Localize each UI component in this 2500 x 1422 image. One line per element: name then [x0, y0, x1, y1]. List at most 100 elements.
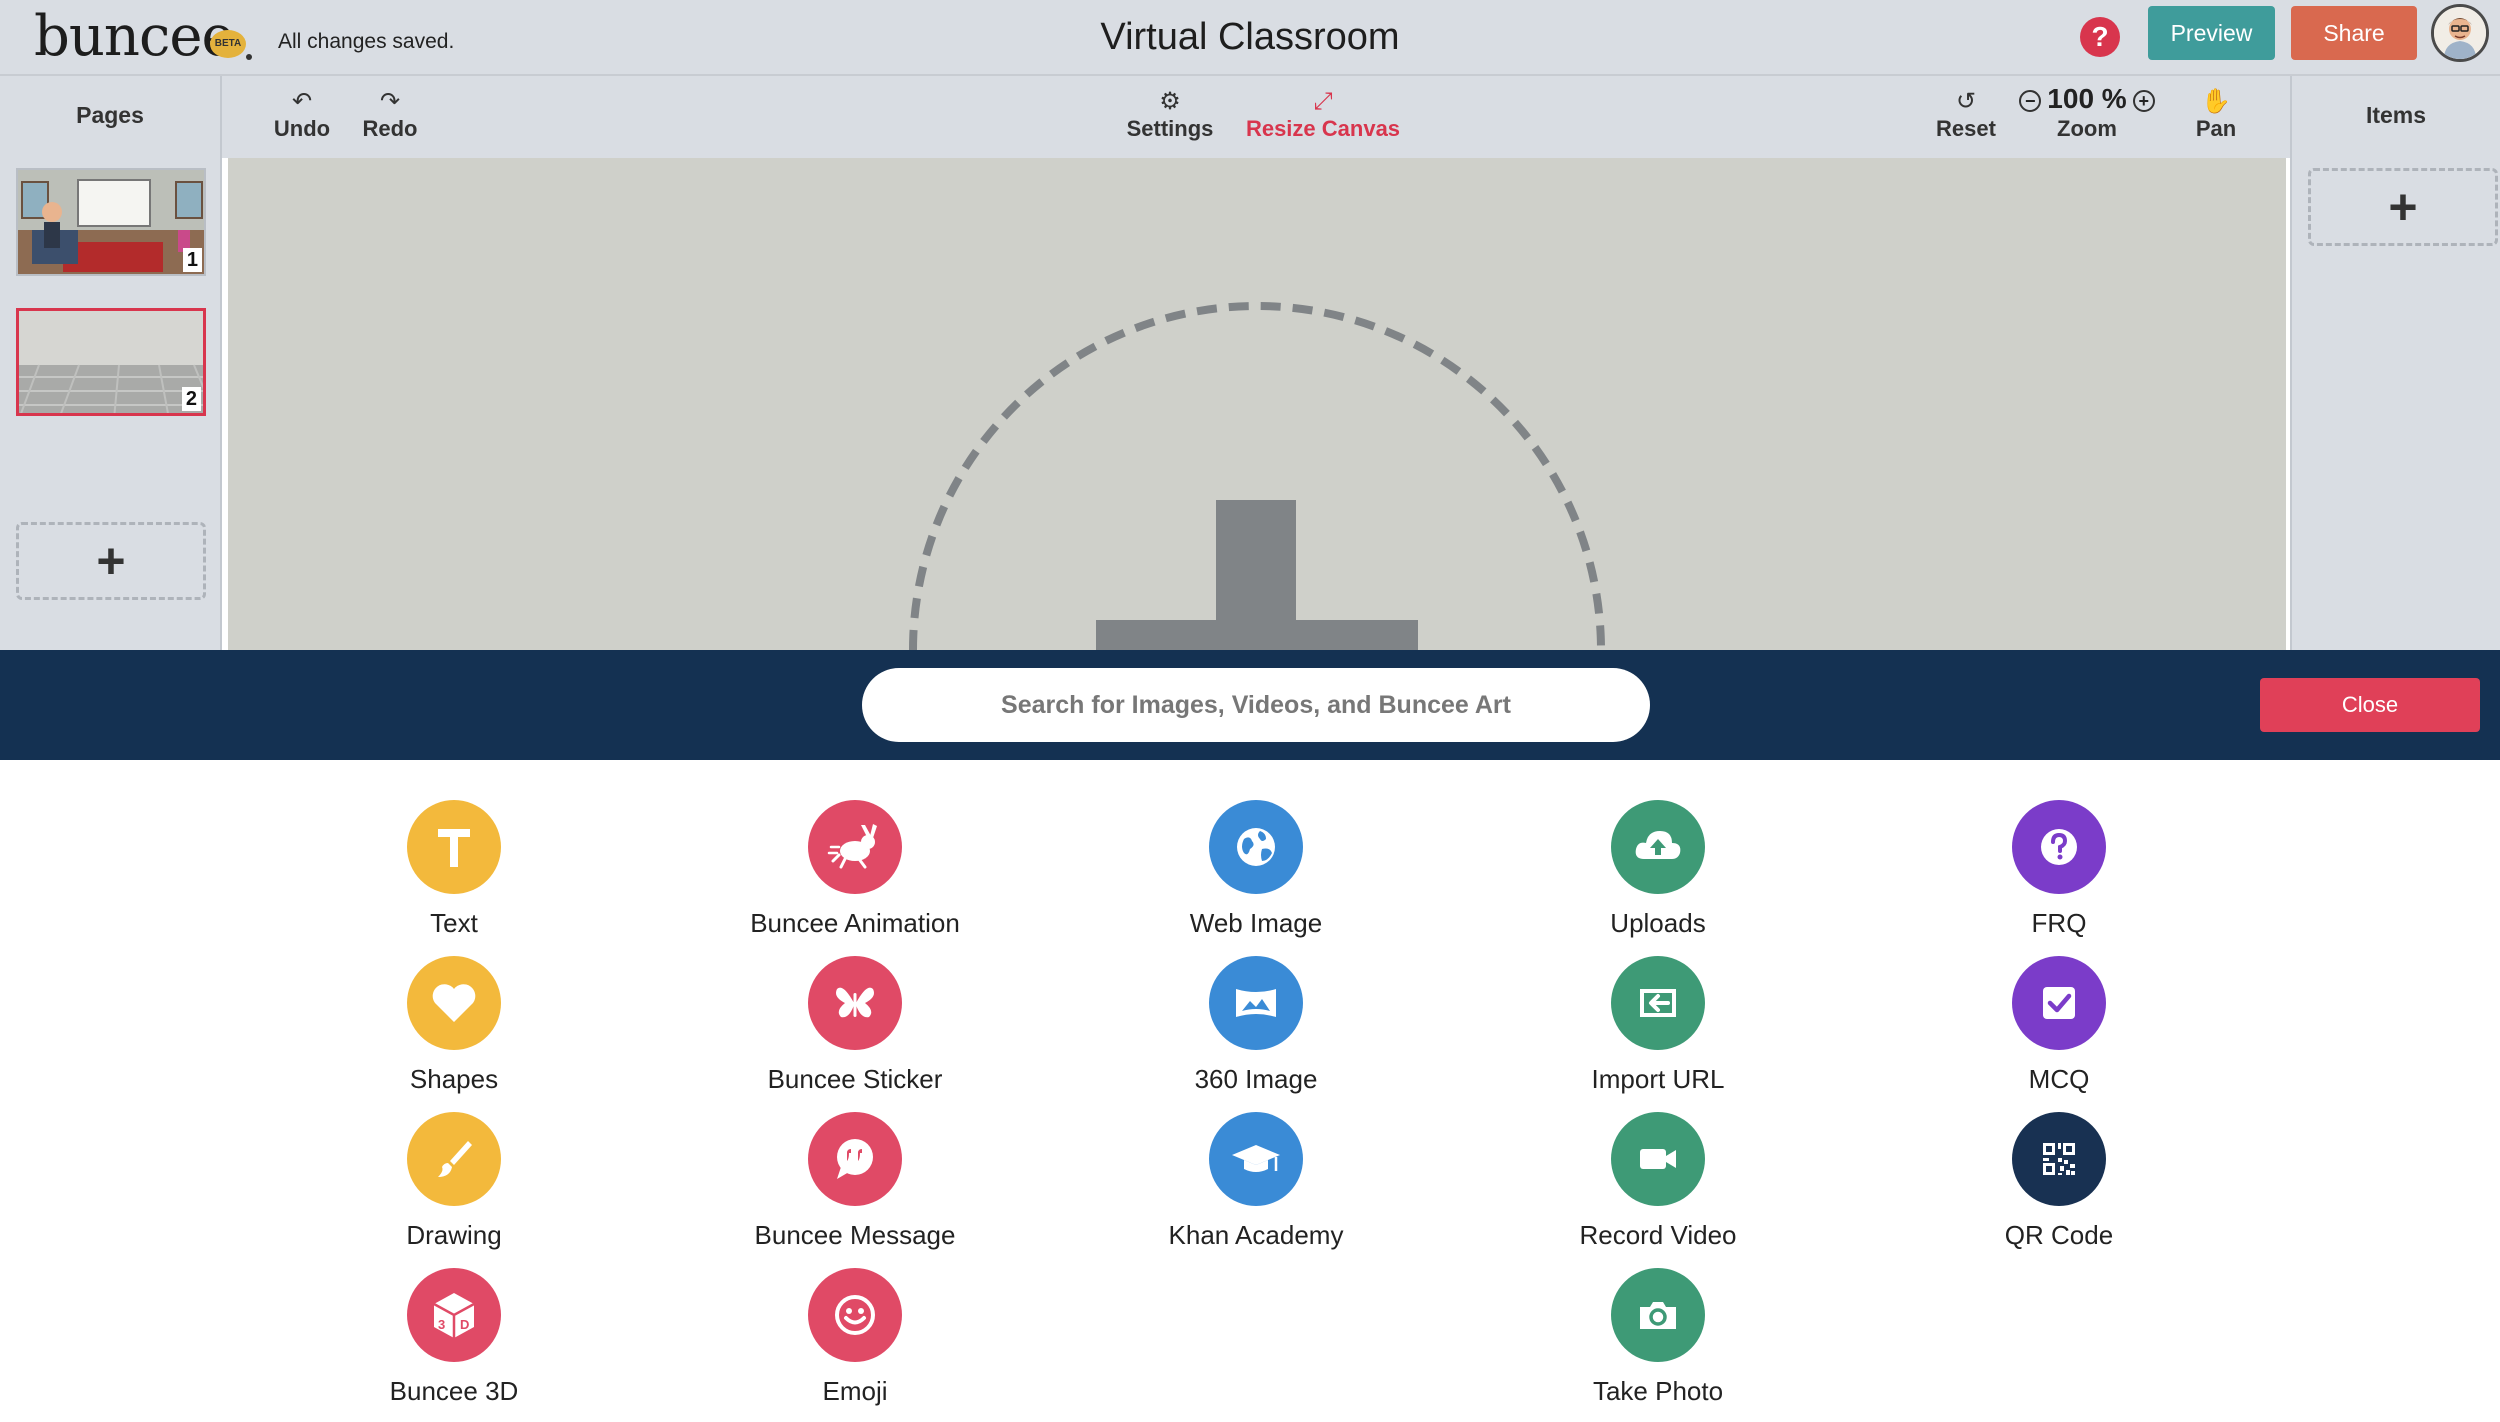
- zoom-control: −100 % + Zoom: [2012, 82, 2162, 142]
- page-thumbnail-1[interactable]: 1: [16, 168, 206, 276]
- element-web-image[interactable]: Web Image: [1106, 800, 1406, 939]
- zoom-out-icon[interactable]: −: [2019, 89, 2042, 112]
- canvas[interactable]: [228, 158, 2286, 650]
- element-label: Buncee Message: [754, 1220, 956, 1250]
- settings-label: Settings: [1126, 116, 1214, 141]
- cloud-upload-icon: [1611, 800, 1705, 894]
- resize-canvas-label: Resize Canvas: [1245, 116, 1401, 141]
- redo-icon: ↷: [379, 88, 401, 115]
- page-number: 1: [182, 248, 202, 272]
- graduation-cap-icon: [1209, 1112, 1303, 1206]
- help-button[interactable]: ?: [2080, 17, 2120, 57]
- placeholder-shape-horizontal: [1096, 620, 1418, 650]
- add-page-button[interactable]: +: [16, 522, 206, 600]
- globe-icon: [1209, 800, 1303, 894]
- element-shapes[interactable]: Shapes: [304, 956, 604, 1095]
- svg-text:D: D: [460, 1317, 469, 1332]
- pan-button[interactable]: ✋ Pan: [2186, 88, 2246, 142]
- brush-icon: [407, 1112, 501, 1206]
- element-buncee-3d[interactable]: 3D Buncee 3D: [304, 1268, 604, 1407]
- logo-dot: [246, 54, 252, 60]
- element-import-url[interactable]: Import URL: [1508, 956, 1808, 1095]
- checkbox-icon: [2012, 956, 2106, 1050]
- element-qr-code[interactable]: QR Code: [1909, 1112, 2209, 1251]
- add-element-menu: Text Shapes Drawing 3D Buncee 3D Buncee …: [0, 760, 2500, 1422]
- element-360-image[interactable]: 360 Image: [1106, 956, 1406, 1095]
- share-button[interactable]: Share: [2291, 6, 2417, 60]
- reset-icon: ↺: [1955, 88, 1977, 115]
- canvas-drawing: [909, 302, 1605, 650]
- search-input[interactable]: [862, 668, 1650, 742]
- element-take-photo[interactable]: Take Photo: [1508, 1268, 1808, 1407]
- element-buncee-message[interactable]: Buncee Message: [705, 1112, 1005, 1251]
- page-2-preview: [19, 311, 203, 413]
- element-label: Import URL: [1591, 1064, 1725, 1094]
- cube-3d-icon: 3D: [407, 1268, 501, 1362]
- reset-button[interactable]: ↺ Reset: [1928, 88, 2004, 142]
- beta-badge: BETA: [210, 30, 246, 58]
- element-label: Record Video: [1579, 1220, 1737, 1250]
- page-1-preview: [18, 170, 204, 274]
- settings-button[interactable]: ⚙ Settings: [1122, 88, 1218, 142]
- reset-label: Reset: [1936, 116, 1996, 141]
- question-icon: [2012, 800, 2106, 894]
- heart-icon: [407, 956, 501, 1050]
- video-camera-icon: [1611, 1112, 1705, 1206]
- rabbit-icon: [808, 800, 902, 894]
- element-label: Text: [430, 908, 478, 938]
- element-label: MCQ: [2028, 1064, 2090, 1094]
- element-label: FRQ: [2031, 908, 2087, 938]
- add-item-button[interactable]: +: [2308, 168, 2498, 246]
- element-label: Take Photo: [1592, 1376, 1724, 1406]
- hand-icon: ✋: [2201, 88, 2231, 115]
- gear-icon: ⚙: [1159, 88, 1181, 115]
- element-label: 360 Image: [1194, 1064, 1318, 1094]
- redo-label: Redo: [362, 116, 418, 141]
- zoom-in-icon[interactable]: +: [2132, 89, 2155, 112]
- items-panel-title: Items: [2365, 102, 2427, 128]
- avatar-icon: [2434, 7, 2486, 59]
- element-label: Drawing: [406, 1220, 502, 1250]
- items-panel: Items +: [2290, 76, 2500, 650]
- svg-text:3: 3: [438, 1317, 445, 1332]
- zoom-label: Zoom: [2057, 116, 2117, 141]
- element-uploads[interactable]: Uploads: [1508, 800, 1808, 939]
- save-status: All changes saved.: [278, 30, 455, 53]
- resize-canvas-button[interactable]: ⤢ Resize Canvas: [1238, 88, 1408, 142]
- element-drawing[interactable]: Drawing: [304, 1112, 604, 1251]
- preview-button[interactable]: Preview: [2148, 6, 2275, 60]
- element-frq[interactable]: FRQ: [1909, 800, 2209, 939]
- element-buncee-sticker[interactable]: Buncee Sticker: [705, 956, 1005, 1095]
- element-emoji[interactable]: Emoji: [705, 1268, 1005, 1407]
- camera-icon: [1611, 1268, 1705, 1362]
- element-mcq[interactable]: MCQ: [1909, 956, 2209, 1095]
- pages-panel-title: Pages: [76, 102, 144, 128]
- pages-panel: Pages 1 2 +: [0, 76, 222, 650]
- page-thumbnail-2[interactable]: 2: [16, 308, 206, 416]
- pan-label: Pan: [2195, 116, 2237, 141]
- element-buncee-animation[interactable]: Buncee Animation: [705, 800, 1005, 939]
- page-number: 2: [181, 387, 201, 411]
- undo-label: Undo: [273, 116, 331, 141]
- buncee-logo[interactable]: buncee: [34, 4, 235, 69]
- element-label: Shapes: [409, 1064, 499, 1094]
- element-label: QR Code: [2004, 1220, 2114, 1250]
- redo-button[interactable]: ↷ Redo: [358, 88, 422, 142]
- element-label: Buncee Animation: [750, 908, 960, 938]
- butterfly-icon: [808, 956, 902, 1050]
- undo-button[interactable]: ↶ Undo: [270, 88, 334, 142]
- avatar[interactable]: [2431, 4, 2489, 62]
- element-record-video[interactable]: Record Video: [1508, 1112, 1808, 1251]
- speech-bubble-icon: [808, 1112, 902, 1206]
- element-label: Buncee Sticker: [767, 1064, 943, 1094]
- element-label: Emoji: [822, 1376, 888, 1406]
- element-text[interactable]: Text: [304, 800, 604, 939]
- close-button[interactable]: Close: [2260, 678, 2480, 732]
- element-label: Web Image: [1189, 908, 1323, 938]
- element-label: Uploads: [1610, 908, 1706, 938]
- zoom-value: 100 %: [2047, 83, 2127, 114]
- import-icon: [1611, 956, 1705, 1050]
- element-khan-academy[interactable]: Khan Academy: [1106, 1112, 1406, 1251]
- undo-icon: ↶: [291, 88, 313, 115]
- resize-icon: ⤢: [1313, 88, 1333, 115]
